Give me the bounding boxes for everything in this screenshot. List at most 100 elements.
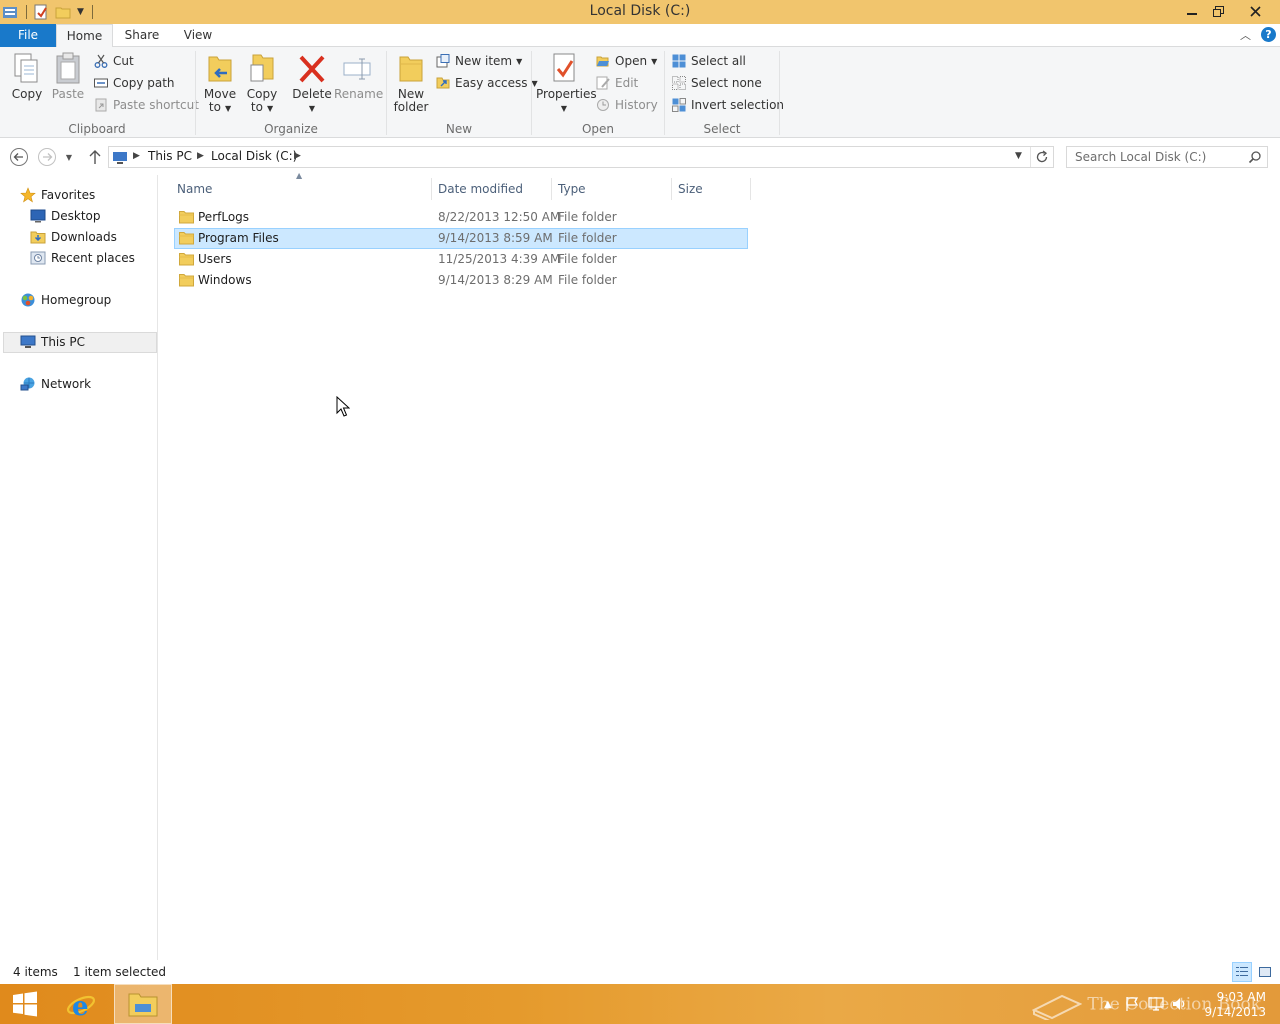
nav-item-network[interactable]: Network [20,374,91,394]
file-row-selected[interactable]: Program Files 9/14/2013 8:59 AM File fol… [174,228,748,249]
internet-explorer-icon: e [66,992,96,1020]
breadcrumb-local-disk[interactable]: Local Disk (C:) [211,149,297,163]
large-icons-view-button[interactable] [1255,962,1275,982]
desktop-icon [30,209,46,223]
history-label: History [615,98,658,112]
rename-icon [343,58,371,80]
details-view-icon [1236,967,1248,976]
nav-this-pc-label: This PC [41,335,85,349]
new-item-button[interactable]: New item ▼ [436,51,522,71]
restore-icon [1212,5,1224,17]
forward-button[interactable] [37,147,57,167]
tab-home[interactable]: Home [56,24,113,48]
properties-button[interactable]: Properties ▼ [536,51,597,115]
cut-label: Cut [113,54,134,68]
copy-to-button[interactable]: Copy to ▼ [244,51,280,115]
taskbar-internet-explorer[interactable]: e [52,984,110,1024]
file-row[interactable]: PerfLogs 8/22/2013 12:50 AM File folder [174,207,748,228]
address-bar[interactable]: ▶ This PC ▶ Local Disk (C:) ▶ ▼ [108,146,1054,168]
file-name: PerfLogs [198,210,250,224]
minimize-button[interactable] [1178,0,1206,22]
up-button[interactable] [85,147,105,167]
file-type: File folder [558,210,617,224]
edit-icon [596,76,610,90]
move-to-label-2: to [208,100,221,114]
address-history-dropdown-icon[interactable]: ▼ [1015,151,1022,161]
nav-item-favorites[interactable]: Favorites [20,185,95,205]
homegroup-icon [21,293,35,307]
column-separator[interactable] [750,178,751,200]
search-icon[interactable] [1248,150,1262,164]
delete-dropdown-icon: ▼ [308,104,316,113]
select-none-button[interactable]: Select none [672,73,762,93]
paste-icon [56,52,80,84]
move-to-button[interactable]: Move to ▼ [202,51,238,115]
copy-path-label: Copy path [113,76,175,90]
nav-network-label: Network [41,377,92,391]
rename-button[interactable]: Rename [334,51,383,101]
select-none-label: Select none [691,76,762,90]
select-all-button[interactable]: Select all [672,51,746,71]
cut-button[interactable]: Cut [94,51,134,71]
nav-item-downloads[interactable]: Downloads [30,227,117,247]
column-header-type[interactable]: Type [558,178,670,200]
back-button[interactable] [9,147,29,167]
open-button[interactable]: Open ▼ [596,51,657,71]
breadcrumb-chevron-icon[interactable]: ▶ [294,151,301,161]
paste-button[interactable]: Paste [50,51,86,101]
taskbar-file-explorer[interactable] [114,984,172,1024]
new-folder-label-2: folder [393,100,429,114]
easy-access-label: Easy access [455,76,528,90]
star-icon [20,187,36,203]
breadcrumb-this-pc[interactable]: This PC [148,149,192,163]
history-button[interactable]: History [596,95,658,115]
close-button[interactable] [1238,0,1272,22]
nav-favorites-label: Favorites [41,188,96,202]
title-bar: ▼ Local Disk (C:) [0,0,1280,24]
nav-item-homegroup[interactable]: Homegroup [20,290,111,310]
chevron-down-icon: ▼ [65,152,73,162]
column-header-name[interactable]: Name [177,178,431,200]
file-row[interactable]: Users 11/25/2013 4:39 AM File folder [174,249,748,270]
edit-label: Edit [615,76,639,90]
ribbon-collapse-icon[interactable]: ︿ [1240,27,1251,43]
copy-path-button[interactable]: Copy path [94,73,175,93]
nav-item-desktop[interactable]: Desktop [30,206,101,226]
edit-button[interactable]: Edit [596,73,638,93]
copy-icon [14,53,38,83]
paste-shortcut-button[interactable]: Paste shortcut [94,95,199,115]
new-folder-button[interactable]: New folder [392,51,430,114]
invert-selection-button[interactable]: Invert selection [672,95,784,115]
help-icon[interactable]: ? [1261,27,1276,42]
search-box[interactable]: Search Local Disk (C:) [1066,146,1268,168]
restore-button[interactable] [1204,0,1232,22]
breadcrumb-chevron-icon[interactable]: ▶ [197,151,204,161]
delete-icon [299,55,325,83]
nav-item-this-pc[interactable]: This PC [20,332,85,352]
refresh-icon[interactable] [1035,150,1049,164]
tab-file[interactable]: File [0,24,56,47]
start-button[interactable] [0,984,50,1024]
nav-item-recent-places[interactable]: Recent places [30,248,135,268]
details-view-button[interactable] [1232,962,1252,982]
breadcrumb-chevron-icon[interactable]: ▶ [133,151,140,161]
select-all-label: Select all [691,54,746,68]
column-header-size[interactable]: Size [678,178,750,200]
column-header-date-modified[interactable]: Date modified [438,178,550,200]
large-icons-view-icon [1259,967,1271,977]
delete-button[interactable]: Delete ▼ [292,51,332,115]
file-date: 9/14/2013 8:29 AM [438,273,553,287]
file-date: 11/25/2013 4:39 AM [438,252,561,266]
column-separator[interactable] [671,178,672,200]
file-row[interactable]: Windows 9/14/2013 8:29 AM File folder [174,270,748,291]
recent-locations-button[interactable]: ▼ [62,147,76,167]
ribbon: Copy Paste Cut Copy path Paste shortcut … [0,47,1280,138]
recent-places-icon [30,251,46,265]
tab-view[interactable]: View [176,24,220,47]
copy-button[interactable]: Copy [8,51,46,101]
easy-access-button[interactable]: Easy access ▼ [436,73,538,93]
column-separator[interactable] [431,178,432,200]
column-separator[interactable] [551,178,552,200]
paste-shortcut-icon [95,98,107,112]
tab-share[interactable]: Share [118,24,166,47]
